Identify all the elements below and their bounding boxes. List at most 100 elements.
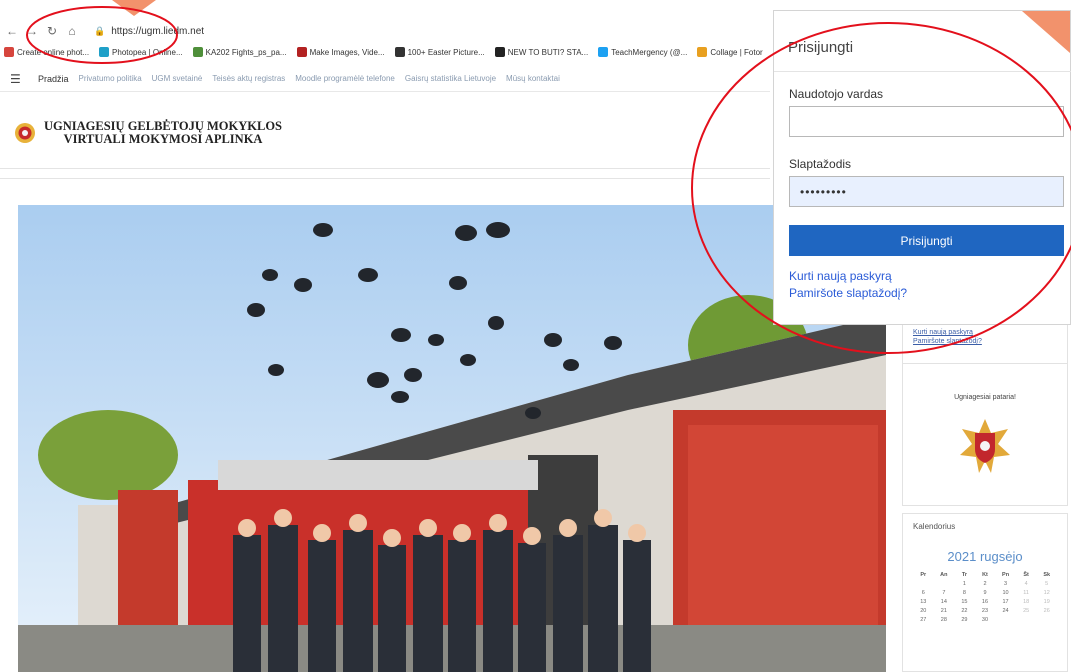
nav-home-link[interactable]: Pradžia — [38, 74, 69, 84]
calendar-day[interactable]: 11 — [1016, 590, 1037, 596]
calendar-day[interactable]: 4 — [1016, 581, 1037, 587]
sidebar-advice-block: Ugniagesiai pataria! — [902, 363, 1068, 506]
password-input[interactable] — [789, 176, 1064, 207]
divider — [0, 178, 770, 179]
forgot-password-link[interactable]: Pamiršote slaptažodį? — [789, 286, 907, 300]
calendar-weekday: Kt — [982, 572, 988, 578]
nav-link[interactable]: Privatumo politika — [79, 74, 142, 83]
browser-window: ← → ↻ ⌂ 🔒 https://ugm.liedm.net Create o… — [0, 0, 1071, 672]
address-bar-row: ← → ↻ ⌂ 🔒 https://ugm.liedm.net — [0, 20, 770, 42]
calendar-day[interactable]: 15 — [954, 599, 975, 605]
calendar-day[interactable]: 13 — [913, 599, 934, 605]
sidebar-login-links: Kurti naują paskyrą Pamiršote slaptažodį… — [902, 320, 1068, 364]
password-label: Slaptažodis — [789, 157, 852, 171]
site-logo[interactable]: UGNIAGESIŲ GELBĖTOJŲ MOKYKLOS VIRTUALI M… — [14, 120, 282, 146]
site-navbar: ☰ Pradžia Privatumo politika UGM svetainė… — [0, 66, 770, 92]
calendar-day[interactable]: 24 — [995, 608, 1016, 614]
calendar-weekday: An — [940, 572, 948, 578]
lock-icon: 🔒 — [94, 25, 106, 36]
calendar-day[interactable]: 1 — [954, 581, 975, 587]
bookmarks-bar: Create online phot... Photopea | Online..… — [0, 42, 770, 62]
calendar-day[interactable]: 14 — [934, 599, 955, 605]
annotation-arrow — [112, 0, 156, 16]
sidebar-create-account-link[interactable]: Kurti naują paskyrą — [913, 329, 1057, 336]
bookmark-favicon-icon — [4, 47, 14, 57]
calendar-day[interactable]: 2 — [975, 581, 996, 587]
bookmark-item[interactable]: NEW TO BUTI? STA... — [494, 47, 588, 57]
home-icon[interactable]: ⌂ — [64, 23, 80, 39]
calendar-weekday: Pr — [920, 572, 927, 578]
bookmark-label: Create online phot... — [17, 47, 90, 57]
calendar-day[interactable]: 21 — [934, 608, 955, 614]
calendar-day — [1036, 617, 1057, 623]
advice-title: Ugniagesiai pataria! — [954, 394, 1016, 401]
bookmark-item[interactable]: Photopea | Online... — [99, 47, 183, 57]
calendar-day[interactable]: 8 — [954, 590, 975, 596]
fire-rescue-emblem-icon[interactable] — [958, 417, 1012, 475]
calendar-day[interactable]: 26 — [1036, 608, 1057, 614]
nav-link[interactable]: Gaisrų statistika Lietuvoje — [405, 74, 496, 83]
reload-icon[interactable]: ↻ — [44, 23, 60, 39]
calendar-block: Kalendorius 2021 rugsėjo Pr An Tr Kt Pn Št Sk 1… — [902, 513, 1068, 672]
nav-link[interactable]: Teisės aktų registras — [212, 74, 285, 83]
bookmark-favicon-icon — [598, 47, 609, 57]
bookmark-item[interactable]: Create online phot... — [4, 47, 89, 57]
calendar-day[interactable]: 7 — [934, 590, 955, 596]
calendar-day[interactable]: 22 — [954, 608, 975, 614]
bookmark-favicon-icon — [296, 47, 307, 57]
calendar-day — [913, 581, 934, 587]
back-icon[interactable]: ← — [4, 23, 20, 39]
bookmark-label: KA202 Fights_ps_pa... — [205, 47, 287, 57]
bookmark-item[interactable]: TeachMergency (@... — [598, 47, 687, 57]
calendar-day — [1016, 617, 1037, 623]
hero-photo-graduates-throwing-caps — [18, 205, 886, 672]
sidebar-forgot-password-link[interactable]: Pamiršote slaptažodį? — [913, 338, 1057, 345]
calendar-day — [934, 581, 955, 587]
nav-link[interactable]: Mūsų kontaktai — [506, 74, 560, 83]
annotation-arrow — [1022, 11, 1070, 53]
calendar-day[interactable]: 25 — [1016, 608, 1037, 614]
calendar-day[interactable]: 28 — [934, 617, 955, 623]
calendar-day[interactable]: 6 — [913, 590, 934, 596]
calendar-day[interactable]: 10 — [995, 590, 1016, 596]
bookmark-favicon-icon — [394, 47, 405, 57]
forward-icon[interactable]: → — [24, 23, 40, 39]
calendar-day[interactable]: 3 — [995, 581, 1016, 587]
calendar-day[interactable]: 9 — [975, 590, 996, 596]
calendar-day[interactable]: 30 — [975, 617, 996, 623]
calendar-day[interactable]: 20 — [913, 608, 934, 614]
bookmark-item[interactable]: Make Images, Vide... — [296, 47, 385, 57]
bookmark-favicon-icon — [192, 47, 203, 57]
hero-photo — [18, 205, 886, 672]
bookmark-item[interactable]: 100+ Easter Picture... — [394, 47, 485, 57]
address-bar[interactable]: 🔒 https://ugm.liedm.net — [94, 26, 204, 37]
calendar-day[interactable]: 29 — [954, 617, 975, 623]
calendar-day[interactable]: 18 — [1016, 599, 1037, 605]
bookmark-label: Photopea | Online... — [112, 47, 183, 57]
calendar-day[interactable]: 27 — [913, 617, 934, 623]
bookmark-item[interactable]: Collage | Fotor — [697, 47, 763, 57]
bookmark-favicon-icon — [494, 47, 505, 57]
calendar-day[interactable]: 23 — [975, 608, 996, 614]
site-title-line2: VIRTUALI MOKYMOSI APLINKA — [63, 132, 263, 146]
calendar-weekday: Tr — [961, 572, 968, 578]
login-popup: Prisijungti Naudotojo vardas Slaptažodis… — [773, 10, 1071, 325]
calendar-day[interactable]: 19 — [1036, 599, 1057, 605]
username-input[interactable] — [789, 106, 1064, 137]
calendar-month[interactable]: 2021 rugsėjo — [913, 549, 1057, 564]
nav-link[interactable]: UGM svetainė — [152, 74, 203, 83]
calendar-title: Kalendorius — [913, 522, 956, 531]
url-text[interactable]: https://ugm.liedm.net — [111, 26, 204, 37]
calendar-day[interactable]: 12 — [1036, 590, 1057, 596]
bookmark-item[interactable]: KA202 Fights_ps_pa... — [192, 47, 287, 57]
menu-icon[interactable]: ☰ — [10, 72, 30, 86]
calendar-day[interactable]: 16 — [975, 599, 996, 605]
nav-links: Privatumo politika UGM svetainė Teisės akt… — [79, 74, 570, 83]
create-account-link[interactable]: Kurti naują paskyrą — [789, 269, 892, 283]
calendar-day[interactable]: 5 — [1036, 581, 1057, 587]
calendar-weekday: Sk — [1043, 572, 1051, 578]
nav-link[interactable]: Moodle programėlė telefone — [295, 74, 395, 83]
fire-rescue-emblem-icon — [15, 123, 35, 143]
calendar-day[interactable]: 17 — [995, 599, 1016, 605]
login-button[interactable]: Prisijungti — [789, 225, 1064, 256]
